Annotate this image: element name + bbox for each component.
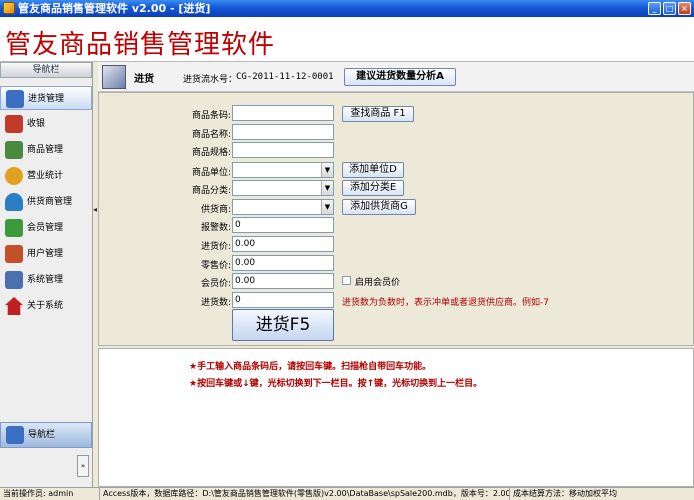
nav-item-label: 商品管理 — [27, 145, 64, 155]
left-nav: 导航栏 进货管理 收银 商品管理 营业统计 供货商管理 会员管理 用户管理 系统… — [0, 62, 93, 487]
title-bar: 管友商品销售管理软件 v2.00 - [进货] _ □ × — [0, 0, 694, 17]
tip-line-2: ★按回车键或↓键，光标切换到下一栏目。按↑键，光标切换到上一栏目。 — [189, 379, 483, 389]
nav-item-label: 用户管理 — [27, 249, 64, 259]
cart-icon — [5, 115, 23, 133]
product-code-label: 商品条码: — [191, 111, 231, 121]
status-cost-method: 成本结算方法：移动加权平均 — [513, 489, 617, 498]
product-unit-select[interactable]: ▼ — [232, 162, 334, 178]
nav-item-stats[interactable]: 营业统计 — [0, 164, 92, 188]
nav-item-products[interactable]: 商品管理 — [0, 138, 92, 162]
enable-member-price-label: 启用会员价 — [355, 278, 401, 288]
nav-item-label: 供货商管理 — [27, 197, 73, 207]
purchase-form: 商品条码: 查找商品 F1 商品名称: 商品规格: 商品单位: ▼ 添加单位D … — [98, 92, 694, 346]
find-product-button[interactable]: 查找商品 F1 — [342, 106, 414, 122]
nav-item-label: 关于系统 — [27, 301, 64, 311]
alert-qty-label: 报警数: — [200, 223, 231, 233]
table-icon — [5, 245, 23, 263]
nav-item-label: 营业统计 — [27, 171, 64, 181]
nav-item-members[interactable]: 会员管理 — [0, 216, 92, 240]
product-unit-label: 商品单位: — [191, 168, 231, 178]
grid-icon — [5, 141, 23, 159]
serial-label: 进货流水号： — [183, 75, 238, 85]
chevron-down-icon[interactable]: ▼ — [321, 181, 333, 195]
app-icon — [3, 2, 15, 14]
chevron-down-icon[interactable]: ▼ — [321, 200, 333, 214]
nav-item-label: 收银 — [27, 119, 46, 129]
nav-item-purchase[interactable]: 进货管理 — [0, 86, 92, 110]
add-category-button[interactable]: 添加分类E — [342, 180, 404, 196]
submit-purchase-button[interactable]: 进货F5 — [232, 309, 334, 341]
main-header: 进货 进货流水号： CG-2011-11-12-0001 建议进货数量分析A — [98, 62, 694, 92]
alert-qty-input[interactable] — [232, 217, 334, 233]
nav-header: 导航栏 — [0, 62, 92, 78]
tips-panel: ★手工输入商品条码后，请按回车键。扫描枪自带回车功能。 ★按回车键或↓键，光标切… — [98, 348, 694, 487]
retail-price-input[interactable] — [232, 255, 334, 271]
truck-icon — [6, 90, 24, 108]
maximize-button[interactable]: □ — [663, 2, 676, 15]
product-code-input[interactable] — [232, 105, 334, 121]
nav-item-label: 会员管理 — [27, 223, 64, 233]
minimize-button[interactable]: _ — [648, 2, 661, 15]
purchase-price-label: 进货价: — [200, 242, 231, 252]
nav-footer-label: 导航栏 — [28, 430, 56, 440]
enable-member-price-checkbox[interactable] — [342, 276, 351, 285]
product-spec-input[interactable] — [232, 142, 334, 158]
member-card-icon — [5, 219, 23, 237]
nav-footer-icon — [6, 426, 24, 444]
supplier-label: 供货商: — [200, 205, 231, 215]
add-supplier-button[interactable]: 添加供货商G — [342, 199, 416, 215]
section-title: 进货 — [134, 74, 154, 85]
window-title: 管友商品销售管理软件 v2.00 - [进货] — [18, 2, 211, 15]
nav-footer[interactable]: 导航栏 — [0, 422, 92, 448]
tip-line-1: ★手工输入商品条码后，请按回车键。扫描枪自带回车功能。 — [189, 362, 432, 372]
network-icon — [5, 271, 23, 289]
nav-item-suppliers[interactable]: 供货商管理 — [0, 190, 92, 214]
member-price-label: 会员价: — [200, 279, 231, 289]
nav-item-about[interactable]: 关于系统 — [0, 294, 92, 318]
purchase-qty-label: 进货数: — [200, 298, 231, 308]
serial-value: CG-2011-11-12-0001 — [236, 72, 334, 82]
product-category-select[interactable]: ▼ — [232, 180, 334, 196]
app-name: 管友商品销售管理软件 — [5, 30, 276, 60]
member-price-input[interactable] — [232, 273, 334, 289]
supplier-select[interactable]: ▼ — [232, 199, 334, 215]
pie-chart-icon — [5, 167, 23, 185]
retail-price-label: 零售价: — [200, 261, 231, 271]
app-banner: 管友商品销售管理软件 — [0, 17, 694, 62]
product-name-input[interactable] — [232, 124, 334, 140]
nav-item-users[interactable]: 用户管理 — [0, 242, 92, 266]
nav-item-system[interactable]: 系统管理 — [0, 268, 92, 292]
add-unit-button[interactable]: 添加单位D — [342, 162, 404, 178]
product-spec-label: 商品规格: — [191, 148, 231, 158]
purchase-price-input[interactable] — [232, 236, 334, 252]
status-operator: 当前操作员: admin — [0, 488, 100, 500]
status-bar: 当前操作员: admin Access版本，数据库路径：D:\管友商品销售管理软… — [0, 487, 694, 500]
purchase-doc-icon — [102, 65, 126, 89]
user-icon — [5, 193, 23, 211]
close-button[interactable]: × — [678, 2, 691, 15]
product-name-label: 商品名称: — [191, 130, 231, 140]
suggest-analysis-button[interactable]: 建议进货数量分析A — [344, 68, 456, 86]
chevron-down-icon[interactable]: ▼ — [321, 163, 333, 177]
purchase-qty-input[interactable] — [232, 292, 334, 308]
nav-item-label: 进货管理 — [28, 94, 65, 104]
nav-item-label: 系统管理 — [27, 275, 64, 285]
home-icon — [5, 297, 23, 315]
negative-qty-hint: 进货数为负数时，表示冲单或者退货供应商。例如-7 — [342, 298, 549, 308]
product-category-label: 商品分类: — [191, 186, 231, 196]
nav-scroll-button[interactable]: » — [77, 455, 89, 477]
status-db-info: Access版本，数据库路径：D:\管友商品销售管理软件(零售版)v2.00\D… — [100, 488, 510, 500]
nav-item-cashier[interactable]: 收银 — [0, 112, 92, 136]
